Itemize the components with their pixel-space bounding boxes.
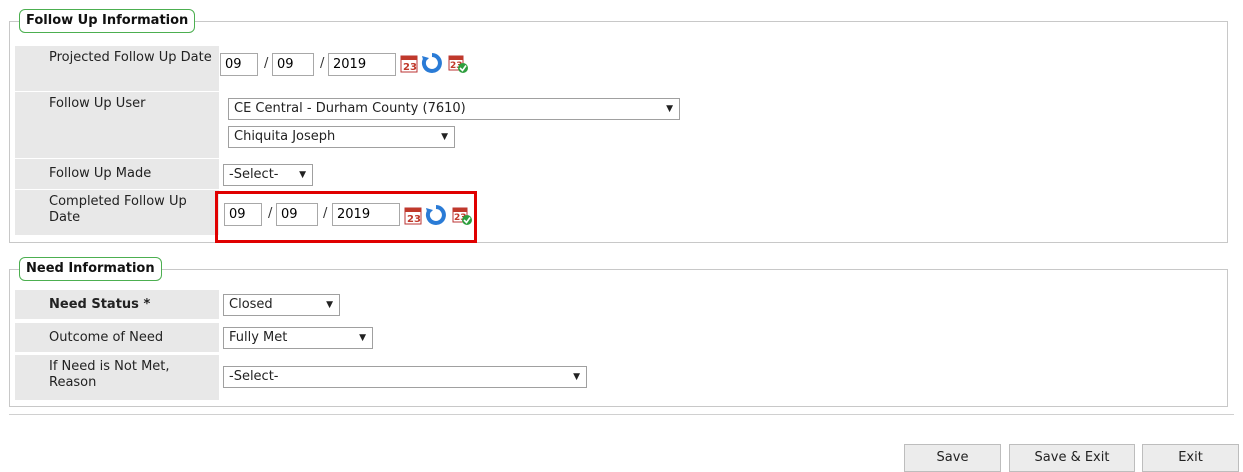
follow-up-made-value: -Select- [229,167,279,182]
row-gutter [15,190,44,235]
outcome-value: Fully Met [229,330,288,345]
calendar-check-icon[interactable]: 23 [447,52,469,74]
need-status-select[interactable]: Closed ▼ [223,294,340,316]
row-gutter [15,323,44,352]
row-gutter [15,46,44,91]
follow-up-legend: Follow Up Information [19,9,196,33]
chevron-down-icon: ▼ [441,132,448,142]
projected-year-input[interactable] [328,53,396,76]
outcome-label: Outcome of Need [44,323,219,352]
date-separator: / [264,56,269,71]
svg-text:23: 23 [403,62,417,73]
follow-up-made-label: Follow Up Made [44,159,219,189]
highlight-box [215,191,477,243]
required-marker: * [143,297,151,312]
need-status-text: Need Status [49,297,139,312]
reason-select[interactable]: -Select- ▼ [223,366,587,388]
exit-button[interactable]: Exit [1142,444,1239,472]
reason-value: -Select- [229,369,279,384]
row-gutter [15,92,44,158]
follow-up-user-label: Follow Up User [44,92,219,158]
chevron-down-icon: ▼ [326,300,333,310]
follow-up-made-select[interactable]: -Select- ▼ [223,164,313,186]
need-status-label: Need Status * [44,290,219,319]
reason-label: If Need is Not Met, Reason [44,355,219,400]
user-select-value: Chiquita Joseph [234,129,336,144]
row-gutter [15,290,44,319]
need-section: Need Information Need Status * Closed ▼ … [9,257,1228,407]
save-exit-button[interactable]: Save & Exit [1009,444,1135,472]
agency-select-value: CE Central - Durham County (7610) [234,101,466,116]
follow-up-section: Follow Up Information Projected Follow U… [9,9,1228,243]
row-gutter [15,355,44,400]
divider [9,414,1234,415]
need-legend: Need Information [19,257,162,281]
row-gutter [15,159,44,189]
date-separator: / [320,56,325,71]
agency-select[interactable]: CE Central - Durham County (7610) ▼ [228,98,680,120]
refresh-icon[interactable] [421,52,443,74]
chevron-down-icon: ▼ [359,333,366,343]
user-select[interactable]: Chiquita Joseph ▼ [228,126,455,148]
save-button[interactable]: Save [904,444,1001,472]
need-status-value: Closed [229,297,273,312]
completed-date-label: Completed Follow Up Date [44,190,219,235]
calendar-icon[interactable]: 23 [399,52,421,74]
projected-day-input[interactable] [272,53,314,76]
outcome-select[interactable]: Fully Met ▼ [223,327,373,349]
projected-date-label: Projected Follow Up Date [44,46,219,91]
chevron-down-icon: ▼ [573,372,580,382]
chevron-down-icon: ▼ [666,104,673,114]
chevron-down-icon: ▼ [299,170,306,180]
projected-month-input[interactable] [220,53,258,76]
